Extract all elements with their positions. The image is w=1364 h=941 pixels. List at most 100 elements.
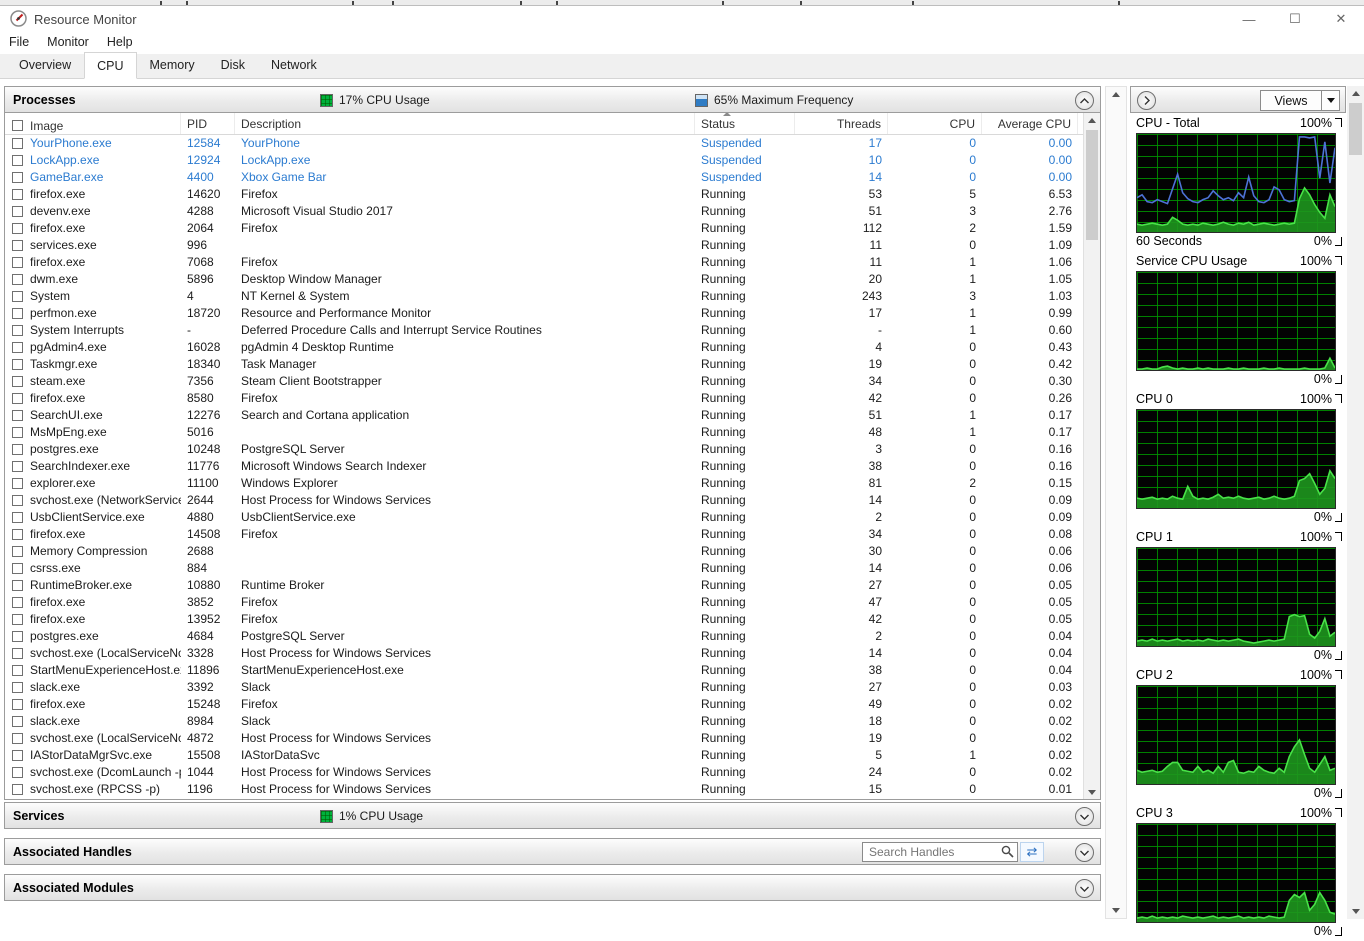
associated-handles-expand-button[interactable] — [1075, 843, 1094, 862]
refresh-search-button[interactable]: ⇄ — [1020, 842, 1044, 862]
process-row[interactable]: System 4 NT Kernel & System Running 243 … — [5, 288, 1078, 305]
row-checkbox[interactable] — [12, 274, 23, 285]
process-row[interactable]: explorer.exe 11100 Windows Explorer Runn… — [5, 475, 1078, 492]
process-row[interactable]: RuntimeBroker.exe 10880 Runtime Broker R… — [5, 577, 1078, 594]
process-row[interactable]: LockApp.exe 12924 LockApp.exe Suspended … — [5, 152, 1078, 169]
process-row[interactable]: steam.exe 7356 Steam Client Bootstrapper… — [5, 373, 1078, 390]
row-checkbox[interactable] — [12, 138, 23, 149]
row-checkbox[interactable] — [12, 478, 23, 489]
minimize-button[interactable]: — — [1226, 6, 1272, 32]
row-checkbox[interactable] — [12, 189, 23, 200]
table-scrollbar[interactable] — [1083, 113, 1100, 799]
views-button[interactable]: Views — [1260, 90, 1340, 111]
process-row[interactable]: csrss.exe 884 Running 14 0 0.06 — [5, 560, 1078, 577]
process-row[interactable]: services.exe 996 Running 11 0 1.09 — [5, 237, 1078, 254]
process-row[interactable]: svchost.exe (LocalServiceNo... 4872 Host… — [5, 730, 1078, 747]
search-handles-input[interactable] — [862, 842, 1018, 862]
table-scrollbar-thumb[interactable] — [1086, 130, 1098, 240]
row-checkbox[interactable] — [12, 342, 23, 353]
row-checkbox[interactable] — [12, 427, 23, 438]
process-row[interactable]: svchost.exe (DcomLaunch -p) 1044 Host Pr… — [5, 764, 1078, 781]
associated-modules-expand-button[interactable] — [1075, 879, 1094, 898]
menu-help[interactable]: Help — [98, 32, 142, 54]
column-average-cpu[interactable]: Average CPU — [982, 113, 1078, 134]
process-row[interactable]: postgres.exe 10248 PostgreSQL Server Run… — [5, 441, 1078, 458]
row-checkbox[interactable] — [12, 563, 23, 574]
process-row[interactable]: YourPhone.exe 12584 YourPhone Suspended … — [5, 135, 1078, 152]
process-row[interactable]: svchost.exe (LocalServiceNo... 3328 Host… — [5, 645, 1078, 662]
column-image[interactable]: Image — [5, 113, 181, 134]
row-checkbox[interactable] — [12, 614, 23, 625]
row-checkbox[interactable] — [12, 240, 23, 251]
row-checkbox[interactable] — [12, 648, 23, 659]
process-row[interactable]: Memory Compression 2688 Running 30 0 0.0… — [5, 543, 1078, 560]
row-checkbox[interactable] — [12, 495, 23, 506]
row-checkbox[interactable] — [12, 410, 23, 421]
processes-collapse-button[interactable] — [1075, 91, 1094, 110]
row-checkbox[interactable] — [12, 580, 23, 591]
close-button[interactable]: ✕ — [1318, 6, 1364, 32]
graphs-scrollbar[interactable] — [1347, 86, 1364, 919]
process-row[interactable]: MsMpEng.exe 5016 Running 48 1 0.17 — [5, 424, 1078, 441]
row-checkbox[interactable] — [12, 206, 23, 217]
column-pid[interactable]: PID — [181, 113, 235, 134]
process-row[interactable]: perfmon.exe 18720 Resource and Performan… — [5, 305, 1078, 322]
row-checkbox[interactable] — [12, 784, 23, 795]
row-checkbox[interactable] — [12, 767, 23, 778]
graphs-scrollbar-thumb[interactable] — [1349, 103, 1362, 155]
process-row[interactable]: System Interrupts - Deferred Procedure C… — [5, 322, 1078, 339]
row-checkbox[interactable] — [12, 750, 23, 761]
tab-network[interactable]: Network — [258, 53, 330, 78]
services-expand-button[interactable] — [1075, 807, 1094, 826]
row-checkbox[interactable] — [12, 393, 23, 404]
process-row[interactable]: firefox.exe 13952 Firefox Running 42 0 0… — [5, 611, 1078, 628]
process-row[interactable]: firefox.exe 2064 Firefox Running 112 2 1… — [5, 220, 1078, 237]
process-row[interactable]: firefox.exe 14620 Firefox Running 53 5 6… — [5, 186, 1078, 203]
process-row[interactable]: svchost.exe (RPCSS -p) 1196 Host Process… — [5, 781, 1078, 798]
row-checkbox[interactable] — [12, 325, 23, 336]
row-checkbox[interactable] — [12, 257, 23, 268]
scroll-down-icon[interactable] — [1112, 908, 1120, 913]
associated-handles-header-bar[interactable]: Associated Handles ⇄ — [4, 838, 1101, 865]
row-checkbox[interactable] — [12, 155, 23, 166]
process-row[interactable]: GameBar.exe 4400 Xbox Game Bar Suspended… — [5, 169, 1078, 186]
menu-monitor[interactable]: Monitor — [38, 32, 98, 54]
scroll-up-icon[interactable] — [1351, 91, 1360, 96]
scroll-down-icon[interactable] — [1351, 909, 1360, 914]
row-checkbox[interactable] — [12, 461, 23, 472]
column-description[interactable]: Description — [235, 113, 695, 134]
panel-expand-button[interactable] — [1137, 91, 1156, 110]
maximize-button[interactable]: ☐ — [1272, 6, 1318, 32]
row-checkbox[interactable] — [12, 665, 23, 676]
row-checkbox[interactable] — [12, 359, 23, 370]
row-checkbox[interactable] — [12, 597, 23, 608]
tab-cpu[interactable]: CPU — [84, 52, 137, 79]
row-checkbox[interactable] — [12, 631, 23, 642]
services-header-bar[interactable]: Services 1% CPU Usage — [4, 802, 1101, 829]
tab-memory[interactable]: Memory — [137, 53, 208, 78]
process-row[interactable]: firefox.exe 14508 Firefox Running 34 0 0… — [5, 526, 1078, 543]
process-row[interactable]: firefox.exe 3852 Firefox Running 47 0 0.… — [5, 594, 1078, 611]
process-row[interactable]: slack.exe 8984 Slack Running 18 0 0.02 — [5, 713, 1078, 730]
row-checkbox[interactable] — [12, 376, 23, 387]
select-all-checkbox[interactable] — [12, 120, 23, 131]
scroll-up-icon[interactable] — [1088, 118, 1096, 123]
process-row[interactable]: firefox.exe 7068 Firefox Running 11 1 1.… — [5, 254, 1078, 271]
row-checkbox[interactable] — [12, 512, 23, 523]
row-checkbox[interactable] — [12, 291, 23, 302]
process-row[interactable]: UsbClientService.exe 4880 UsbClientServi… — [5, 509, 1078, 526]
left-pane-scrollbar[interactable] — [1105, 86, 1127, 919]
process-row[interactable]: pgAdmin4.exe 16028 pgAdmin 4 Desktop Run… — [5, 339, 1078, 356]
row-checkbox[interactable] — [12, 682, 23, 693]
search-icon[interactable] — [1001, 845, 1014, 858]
scroll-down-icon[interactable] — [1088, 790, 1096, 795]
row-checkbox[interactable] — [12, 223, 23, 234]
tab-overview[interactable]: Overview — [6, 53, 84, 78]
processes-header-bar[interactable]: Processes 17% CPU Usage 65% Maximum Freq… — [4, 86, 1101, 113]
process-row[interactable]: StartMenuExperienceHost.exe 11896 StartM… — [5, 662, 1078, 679]
process-row[interactable]: devenv.exe 4288 Microsoft Visual Studio … — [5, 203, 1078, 220]
row-checkbox[interactable] — [12, 716, 23, 727]
scroll-up-icon[interactable] — [1112, 92, 1120, 97]
process-row[interactable]: postgres.exe 4684 PostgreSQL Server Runn… — [5, 628, 1078, 645]
column-threads[interactable]: Threads — [795, 113, 888, 134]
